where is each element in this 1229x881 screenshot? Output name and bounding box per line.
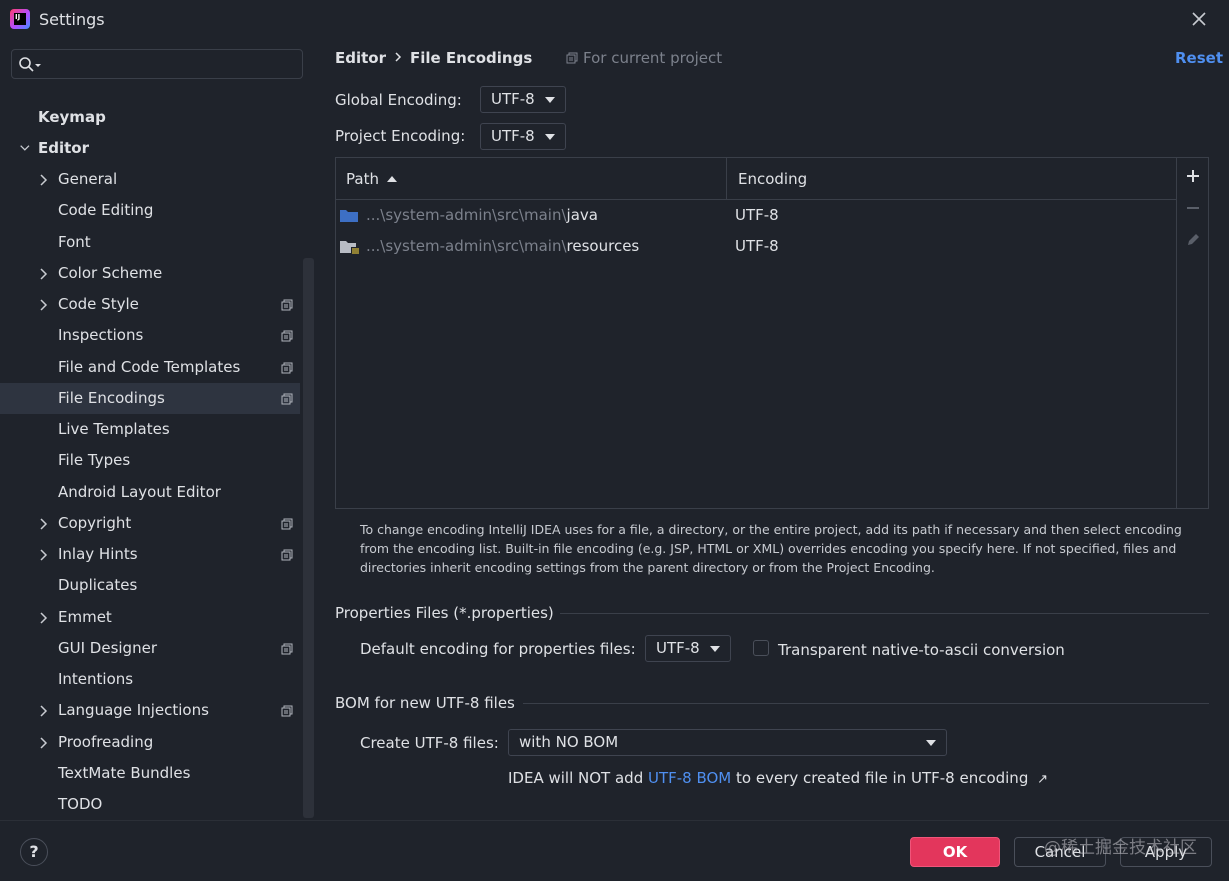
project-scope-icon [281, 299, 293, 311]
project-scope-icon [281, 705, 293, 717]
add-icon[interactable] [1185, 168, 1201, 184]
chevron-right-icon[interactable] [38, 518, 48, 530]
table-row[interactable]: ...\system-admin\src\main\java UTF-8 [336, 200, 1176, 231]
chevron-right-icon[interactable] [38, 299, 48, 311]
project-scope-icon [281, 362, 293, 374]
table-header: Path Encoding [336, 158, 1176, 200]
sidebar-item-code-editing[interactable]: Code Editing [0, 195, 300, 226]
chevron-right-icon[interactable] [38, 174, 48, 186]
sidebar-item-duplicates[interactable]: Duplicates [0, 570, 300, 601]
sidebar-item-keymap[interactable]: Keymap [0, 102, 300, 133]
project-scope-icon [281, 643, 293, 655]
ok-button[interactable]: OK [910, 837, 1000, 867]
sidebar-item-font[interactable]: Font [0, 227, 300, 258]
sidebar-item-general[interactable]: General [0, 164, 300, 195]
dropdown-arrow-icon [545, 134, 555, 140]
table-toolbar [1176, 158, 1209, 508]
search-icon [19, 57, 41, 72]
sidebar-item-inspections[interactable]: Inspections [0, 320, 300, 351]
transparent-native-to-ascii-checkbox[interactable] [753, 640, 769, 656]
sidebar-item-emmet[interactable]: Emmet [0, 602, 300, 633]
chevron-right-icon[interactable] [38, 612, 48, 624]
sort-ascending-icon [386, 176, 397, 182]
edit-pencil-icon[interactable] [1185, 232, 1201, 248]
properties-section-title: Properties Files (*.properties) [335, 604, 554, 622]
transparent-native-to-ascii-label[interactable]: Transparent native-to-ascii conversion [778, 641, 1065, 659]
chevron-right-icon[interactable] [38, 705, 48, 717]
sidebar-item-file-and-code-templates[interactable]: File and Code Templates [0, 352, 300, 383]
sidebar-item-code-style[interactable]: Code Style [0, 289, 300, 320]
sidebar-item-live-templates[interactable]: Live Templates [0, 414, 300, 445]
column-header-path[interactable]: Path [346, 170, 397, 188]
search-input[interactable] [11, 49, 303, 79]
section-divider [523, 703, 1209, 704]
sidebar-item-color-scheme[interactable]: Color Scheme [0, 258, 300, 289]
global-encoding-label: Global Encoding: [335, 91, 462, 109]
sidebar-item-inlay-hints[interactable]: Inlay Hints [0, 539, 300, 570]
scope-label: For current project [566, 49, 722, 67]
dropdown-arrow-icon [545, 97, 555, 103]
chevron-right-icon[interactable] [38, 737, 48, 749]
settings-content: Editor File Encodings For current projec… [316, 40, 1229, 820]
project-scope-icon [281, 549, 293, 561]
properties-encoding-label: Default encoding for properties files: [360, 640, 636, 658]
sidebar-item-textmate-bundles[interactable]: TextMate Bundles [0, 758, 300, 789]
sidebar-item-todo[interactable]: TODO [0, 789, 300, 820]
remove-icon[interactable] [1185, 200, 1201, 216]
sidebar-item-gui-designer[interactable]: GUI Designer [0, 633, 300, 664]
chevron-right-icon[interactable] [38, 268, 48, 280]
sidebar-scrollbar[interactable] [303, 258, 314, 818]
column-divider[interactable] [726, 158, 727, 200]
intellij-logo-icon: IJ [10, 9, 30, 29]
encodings-table: Path Encoding ...\system-admin\src\main\… [335, 157, 1209, 509]
project-scope-icon [281, 330, 293, 342]
global-encoding-select[interactable]: UTF-8 [480, 86, 566, 113]
sidebar-item-file-encodings[interactable]: File Encodings [0, 383, 300, 414]
folder-icon [340, 210, 358, 222]
dialog-footer: ? OK Cancel Apply @稀土掘金技术社区 [0, 820, 1229, 881]
project-scope-icon [281, 518, 293, 530]
settings-sidebar: Keymap Editor General Code Editing Font … [0, 40, 316, 820]
table-row[interactable]: ...\system-admin\src\main\resources UTF-… [336, 231, 1176, 262]
sidebar-item-language-injections[interactable]: Language Injections [0, 695, 300, 726]
sidebar-item-proofreading[interactable]: Proofreading [0, 727, 300, 758]
project-encoding-label: Project Encoding: [335, 127, 466, 145]
sidebar-item-copyright[interactable]: Copyright [0, 508, 300, 539]
sidebar-item-editor[interactable]: Editor [0, 133, 300, 164]
properties-encoding-select[interactable]: UTF-8 [645, 635, 731, 662]
chevron-right-icon [395, 52, 402, 62]
dropdown-arrow-icon [926, 740, 936, 746]
close-icon[interactable] [1186, 6, 1212, 32]
section-divider [560, 613, 1209, 614]
breadcrumb-editor[interactable]: Editor [335, 49, 386, 67]
title-bar: IJ Settings [0, 0, 1229, 40]
chevron-right-icon[interactable] [38, 549, 48, 561]
encoding-help-text: To change encoding IntelliJ IDEA uses fo… [360, 522, 1182, 575]
page-title: File Encodings [410, 49, 533, 67]
create-utf8-label: Create UTF-8 files: [360, 734, 499, 752]
bom-mode-select[interactable]: with NO BOM [508, 729, 947, 756]
bom-section-title: BOM for new UTF-8 files [335, 694, 515, 712]
watermark: @稀土掘金技术社区 [1044, 838, 1197, 858]
project-scope-icon [566, 52, 578, 64]
resources-folder-icon [340, 241, 359, 255]
help-button[interactable]: ? [20, 838, 48, 866]
sidebar-item-android-layout-editor[interactable]: Android Layout Editor [0, 477, 300, 508]
column-header-encoding[interactable]: Encoding [738, 170, 807, 188]
dropdown-arrow-icon [710, 646, 720, 652]
project-encoding-select[interactable]: UTF-8 [480, 123, 566, 150]
utf8-bom-link[interactable]: UTF-8 BOM [648, 769, 731, 787]
project-scope-icon [281, 393, 293, 405]
window-title: Settings [39, 10, 105, 29]
external-link-icon[interactable]: ↗ [1037, 772, 1048, 787]
sidebar-item-file-types[interactable]: File Types [0, 445, 300, 476]
chevron-down-icon[interactable] [18, 144, 30, 154]
sidebar-item-intentions[interactable]: Intentions [0, 664, 300, 695]
reset-link[interactable]: Reset [1175, 49, 1223, 67]
bom-note: IDEA will NOT add UTF-8 BOM to every cre… [508, 769, 1049, 787]
